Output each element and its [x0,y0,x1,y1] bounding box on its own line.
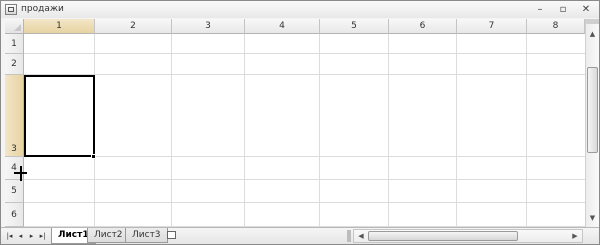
restore-button[interactable]: ▫ [554,3,572,16]
horizontal-split-box[interactable] [347,230,351,242]
row-header-3[interactable]: 3 [5,75,24,157]
scroll-right-button[interactable]: ▶ [569,230,581,242]
insert-worksheet-icon[interactable] [165,229,179,241]
gridline-vertical [171,34,172,227]
vertical-scrollbar[interactable]: ▲ ▼ [585,19,599,227]
workbook-window: продажи – ▫ ✕ 1 2 3 4 5 6 7 8 1 2 3 4 5 … [0,0,600,245]
workbook-icon[interactable] [5,4,17,15]
horizontal-scrollbar[interactable]: ◀ ▶ [353,229,583,243]
fill-handle[interactable] [91,154,96,159]
row-header-5[interactable]: 5 [5,180,24,203]
scroll-down-button[interactable]: ▼ [586,212,599,225]
gridline-vertical [526,34,527,227]
last-sheet-button[interactable]: ▸| [38,231,47,241]
window-title: продажи [21,4,64,14]
first-sheet-button[interactable]: |◂ [5,231,14,241]
sheet-tab-bar: |◂ ◂ ▸ ▸| Лист1 Лист2 Лист3 ◀ ▶ [1,227,599,244]
next-sheet-button[interactable]: ▸ [27,231,36,241]
horizontal-scroll-thumb[interactable] [368,231,518,241]
row-header-6[interactable]: 6 [5,203,24,227]
column-header-6[interactable]: 6 [389,19,457,34]
select-all-triangle-icon[interactable] [5,19,24,34]
gridline-vertical [388,34,389,227]
gridline-vertical [456,34,457,227]
column-header-2[interactable]: 2 [95,19,172,34]
vertical-scroll-thumb[interactable] [587,67,598,153]
gridline-horizontal [24,179,585,180]
close-button[interactable]: ✕ [577,3,595,16]
row-header-4[interactable]: 4 [5,157,24,180]
column-header-3[interactable]: 3 [172,19,245,34]
gridline-horizontal [24,53,585,54]
minimize-button[interactable]: – [531,3,549,16]
gridline-horizontal [24,202,585,203]
column-header-4[interactable]: 4 [245,19,320,34]
gridline-vertical [319,34,320,227]
vertical-split-box[interactable] [585,19,599,24]
title-bar[interactable]: продажи – ▫ ✕ [1,1,599,18]
row-header-1[interactable]: 1 [5,34,24,54]
column-header-1[interactable]: 1 [24,19,95,34]
active-cell-selection[interactable] [24,75,95,157]
sheet-tab-2[interactable]: Лист2 [87,228,130,243]
gridline-vertical [244,34,245,227]
column-header-7[interactable]: 7 [457,19,527,34]
gridline-horizontal [24,156,585,157]
column-header-8[interactable]: 8 [527,19,585,34]
sheet-tab-3[interactable]: Лист3 [125,228,168,243]
scroll-up-button[interactable]: ▲ [586,28,599,41]
column-header-5[interactable]: 5 [320,19,389,34]
worksheet-grid[interactable]: 1 2 3 4 5 6 7 8 1 2 3 4 5 6 [5,19,585,227]
gridline-horizontal [24,74,585,75]
row-header-2[interactable]: 2 [5,54,24,75]
prev-sheet-button[interactable]: ◂ [16,231,25,241]
scroll-left-button[interactable]: ◀ [355,230,367,242]
